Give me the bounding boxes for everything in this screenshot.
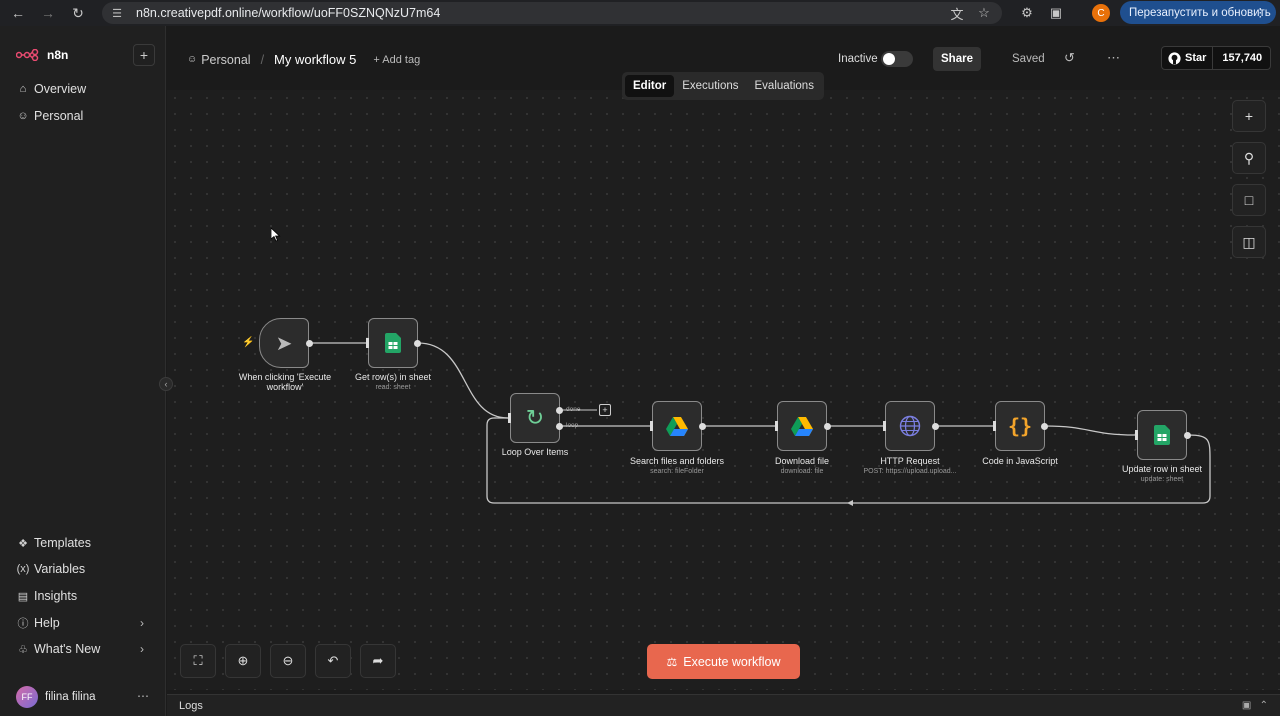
node-http-request[interactable] — [885, 401, 935, 451]
input-port[interactable] — [993, 421, 996, 431]
output-port[interactable] — [1184, 432, 1191, 439]
view-tabs: Editor Executions Evaluations — [622, 72, 824, 100]
google-drive-icon — [666, 416, 688, 436]
node-update-row[interactable] — [1137, 410, 1187, 460]
cursor-icon: ➤ — [275, 332, 293, 355]
input-port[interactable] — [775, 421, 778, 431]
logs-panel[interactable]: Logs ▣ ⌃ — [167, 694, 1280, 716]
node-subtitle: read: sheet — [375, 384, 411, 391]
sticky-note-icon[interactable]: □ — [1232, 184, 1266, 216]
tidy-up-icon[interactable]: ➦ — [360, 644, 396, 678]
lightning-icon: ⚡ — [242, 337, 255, 348]
output-port[interactable] — [1041, 423, 1048, 430]
zoom-in-icon[interactable]: ⊕ — [225, 644, 261, 678]
collapse-sidebar-button[interactable]: ‹ — [159, 377, 173, 391]
node-subtitle: update: sheet — [1140, 476, 1184, 483]
execute-workflow-label: Execute workflow — [683, 654, 781, 669]
input-port[interactable] — [883, 421, 886, 431]
output-port[interactable] — [414, 340, 421, 347]
tab-editor[interactable]: Editor — [625, 75, 675, 97]
node-get-rows[interactable] — [368, 318, 418, 368]
node-subtitle: POST: https://upload.upload... — [863, 468, 957, 475]
loop-icon: ↻ — [525, 405, 545, 430]
output-port[interactable] — [824, 423, 831, 430]
code-icon: {} — [1007, 414, 1033, 438]
node-loop-over-items[interactable]: ↻ — [510, 393, 560, 443]
node-code-javascript[interactable]: {} — [995, 401, 1045, 451]
logs-expand-icon[interactable]: ▣ ⌃ — [1242, 700, 1268, 711]
add-node-button[interactable]: + — [1232, 100, 1266, 132]
output-port-done[interactable] — [556, 407, 563, 414]
panel-toggle-icon[interactable]: ◫ — [1232, 226, 1266, 258]
connection — [1044, 425, 1136, 436]
node-label: Update row in sheet — [1121, 464, 1203, 474]
node-search-files[interactable] — [652, 401, 702, 451]
tab-executions[interactable]: Executions — [674, 75, 746, 97]
execute-workflow-button[interactable]: ⚖ Execute workflow — [647, 644, 800, 679]
node-label: Search files and folders — [629, 456, 725, 466]
zoom-out-icon[interactable]: ⊖ — [270, 644, 306, 678]
google-sheets-icon — [1154, 425, 1170, 445]
reset-zoom-icon[interactable]: ↶ — [315, 644, 351, 678]
flask-icon: ⚖ — [666, 654, 678, 669]
output-port[interactable] — [306, 340, 313, 347]
output-label-loop: loop — [566, 422, 579, 429]
fit-view-icon[interactable]: ⛶ — [180, 644, 216, 678]
input-port[interactable] — [366, 338, 369, 348]
connection-arrow — [847, 500, 853, 506]
input-port[interactable] — [508, 413, 511, 423]
output-label-done: done — [566, 406, 581, 413]
add-node-plus-icon[interactable]: + — [599, 404, 611, 416]
node-download-file[interactable] — [777, 401, 827, 451]
node-label: Loop Over Items — [501, 447, 569, 457]
node-subtitle: search: fileFolder — [650, 468, 704, 475]
google-drive-icon — [791, 416, 813, 436]
connections-layer — [311, 342, 1211, 506]
output-port[interactable] — [932, 423, 939, 430]
tab-evaluations[interactable]: Evaluations — [747, 75, 822, 97]
output-port-loop[interactable] — [556, 423, 563, 430]
output-port[interactable] — [699, 423, 706, 430]
node-label: Get row(s) in sheet — [354, 372, 432, 382]
input-port[interactable] — [650, 421, 653, 431]
search-icon[interactable]: ⚲ — [1232, 142, 1266, 174]
google-sheets-icon — [385, 333, 401, 353]
logs-label: Logs — [179, 699, 203, 712]
node-label: Code in JavaScript — [982, 456, 1058, 466]
mouse-cursor-icon — [271, 228, 281, 242]
node-manual-trigger[interactable]: ➤ — [259, 318, 309, 368]
globe-icon — [899, 415, 921, 437]
input-port[interactable] — [1135, 430, 1138, 440]
